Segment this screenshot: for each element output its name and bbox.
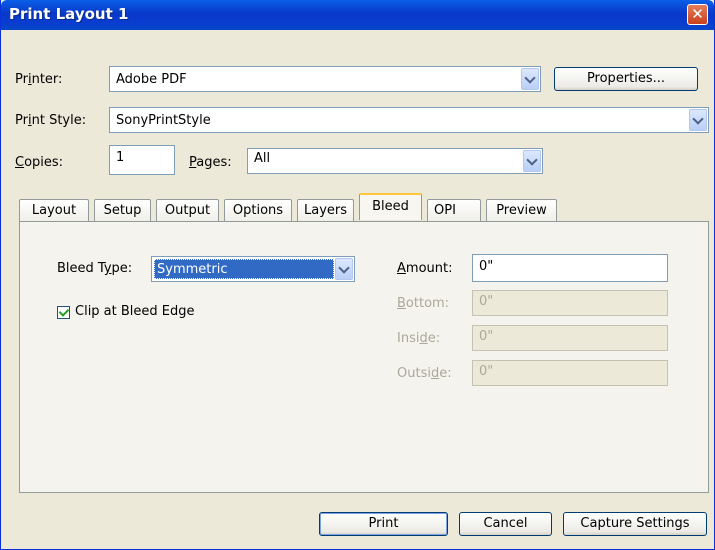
outside-label: Outside: (397, 366, 452, 381)
chevron-down-icon[interactable] (521, 68, 539, 90)
amount-label: Amount: (397, 261, 453, 276)
amount-field[interactable]: 0" (472, 254, 668, 282)
tab-output[interactable]: Output (156, 199, 219, 221)
printer-value: Adobe PDF (116, 72, 187, 87)
bleed-type-select[interactable]: Symmetric (151, 256, 355, 282)
tab-options[interactable]: Options (224, 199, 292, 221)
tab-opi[interactable]: OPI (427, 199, 481, 221)
copies-label: Copies: (15, 155, 64, 170)
pages-select[interactable]: All (247, 148, 543, 174)
properties-label: Properties... (586, 71, 666, 86)
tab-bleed[interactable]: Bleed (359, 193, 422, 220)
outside-field: 0" (472, 360, 668, 386)
clip-label: Clip at Bleed Edge (75, 304, 195, 319)
capture-settings-button[interactable]: Capture Settings (563, 512, 707, 536)
bottom-label: Bottom: (397, 296, 450, 311)
printer-label: Printer: (15, 72, 63, 87)
properties-button[interactable]: Properties... (554, 67, 698, 91)
print-style-value: SonyPrintStyle (116, 113, 211, 128)
pages-value: All (254, 151, 271, 166)
tab-layout[interactable]: Layout (19, 199, 89, 221)
chevron-down-icon[interactable] (689, 109, 707, 131)
print-button[interactable]: Print (319, 512, 448, 536)
bleed-type-value: Symmetric (154, 259, 334, 279)
print-style-select[interactable]: SonyPrintStyle (109, 107, 709, 133)
copies-field[interactable]: 1 (109, 145, 175, 175)
title-bar[interactable]: Print Layout 1 ✕ (1, 0, 714, 30)
close-button[interactable]: ✕ (687, 4, 708, 25)
print-style-label: Print Style: (15, 113, 87, 128)
pages-label: Pages: (189, 155, 232, 170)
inside-label: Inside: (397, 331, 441, 346)
window-title: Print Layout 1 (9, 5, 129, 23)
tab-layers[interactable]: Layers (297, 199, 354, 221)
chevron-down-icon[interactable] (523, 150, 541, 172)
inside-field: 0" (472, 325, 668, 351)
cancel-button[interactable]: Cancel (459, 512, 552, 536)
print-dialog: Print Layout 1 ✕ Printer: Adobe PDF Prop… (0, 0, 715, 550)
bleed-type-label: Bleed Type: (57, 261, 133, 276)
tab-setup[interactable]: Setup (94, 199, 151, 221)
tab-preview[interactable]: Preview (486, 199, 557, 221)
chevron-down-icon[interactable] (335, 258, 353, 280)
printer-select[interactable]: Adobe PDF (109, 66, 541, 92)
bottom-field: 0" (472, 290, 668, 316)
clip-checkbox[interactable] (57, 306, 70, 319)
